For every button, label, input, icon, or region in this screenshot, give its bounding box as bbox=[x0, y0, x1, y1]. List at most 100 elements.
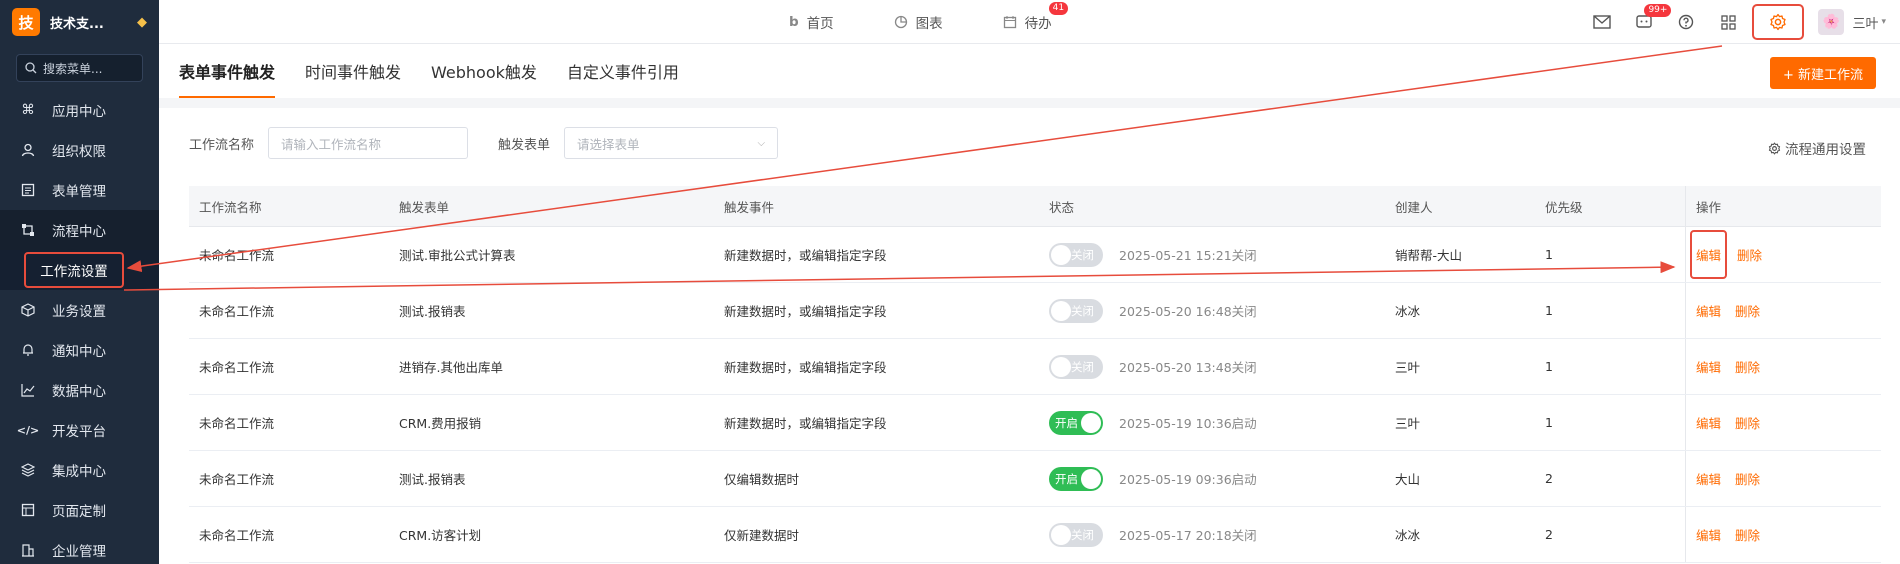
toggle-label: 关闭 bbox=[1071, 303, 1094, 318]
apps-grid-icon[interactable] bbox=[1718, 12, 1738, 32]
top-nav: b 首页 图表 待办 41 bbox=[789, 0, 1069, 44]
delete-link[interactable]: 删除 bbox=[1735, 301, 1760, 320]
nav-charts[interactable]: 图表 bbox=[894, 12, 943, 32]
toggle-knob bbox=[1051, 300, 1071, 321]
avatar[interactable]: 🌸 bbox=[1818, 9, 1845, 35]
tab-time-event[interactable]: 时间事件触发 bbox=[305, 44, 401, 98]
nav-todo[interactable]: 待办 41 bbox=[1003, 2, 1069, 32]
cell-name: 未命名工作流 bbox=[199, 304, 275, 319]
cell-priority: 1 bbox=[1545, 303, 1553, 318]
sidebar-item-page[interactable]: 页面定制 bbox=[0, 490, 159, 530]
tab-webhook[interactable]: Webhook触发 bbox=[431, 44, 537, 98]
cell-priority: 2 bbox=[1545, 471, 1553, 486]
menu-search-placeholder: 搜索菜单... bbox=[43, 61, 103, 76]
status-text: 2025-05-17 20:18关闭 bbox=[1119, 528, 1257, 543]
sidebar-item-label: 页面定制 bbox=[52, 504, 106, 520]
brand[interactable]: 技 技术支... ◆ bbox=[0, 0, 159, 44]
cell-form: 测试.审批公式计算表 bbox=[399, 248, 516, 263]
sidebar-item-forms[interactable]: 表单管理 bbox=[0, 170, 159, 210]
status-toggle[interactable]: 关闭 bbox=[1049, 522, 1103, 547]
nav-charts-label: 图表 bbox=[915, 16, 943, 32]
cell-status: 关闭 2025-05-17 20:18关闭 bbox=[1039, 522, 1385, 547]
code-icon: </> bbox=[16, 423, 40, 437]
toggle-knob bbox=[1051, 244, 1071, 265]
sidebar-item-notify[interactable]: 通知中心 bbox=[0, 330, 159, 370]
help-icon[interactable] bbox=[1676, 12, 1696, 32]
cell-creator: 大山 bbox=[1395, 472, 1421, 487]
edit-link[interactable]: 编辑 bbox=[1696, 413, 1721, 432]
status-text: 2025-05-19 09:36启动 bbox=[1119, 472, 1257, 487]
status-toggle[interactable]: 开启 bbox=[1049, 466, 1103, 491]
status-toggle[interactable]: 关闭 bbox=[1049, 298, 1103, 323]
tab-form-event[interactable]: 表单事件触发 bbox=[179, 44, 276, 98]
nav-todo-label: 待办 bbox=[1024, 16, 1052, 32]
sidebar-item-label: 组织权限 bbox=[52, 144, 106, 160]
workflow-table: 工作流名称 触发表单 触发事件 状态 创建人 优先级 操作 未命名工作流 测试.… bbox=[189, 185, 1881, 563]
sidebar-subitem-workflow-settings[interactable]: 工作流设置 bbox=[0, 250, 159, 290]
sidebar-item-app-center[interactable]: ⌘ 应用中心 bbox=[0, 90, 159, 130]
trigger-form-select[interactable]: 请选择表单 ⌵ bbox=[564, 127, 779, 159]
col-status: 状态 bbox=[1049, 199, 1075, 215]
toggle-knob bbox=[1051, 356, 1071, 377]
status-toggle[interactable]: 关闭 bbox=[1049, 242, 1103, 267]
delete-link[interactable]: 删除 bbox=[1735, 469, 1760, 488]
gear-icon[interactable] bbox=[1768, 12, 1788, 32]
edit-link[interactable]: 编辑 bbox=[1696, 357, 1721, 376]
edit-link[interactable]: 编辑 bbox=[1696, 469, 1721, 488]
cell-name: 未命名工作流 bbox=[199, 416, 275, 431]
cell-priority: 2 bbox=[1545, 527, 1553, 542]
general-settings-link[interactable]: 流程通用设置 bbox=[1768, 138, 1866, 158]
menu-search-input[interactable]: 搜索菜单... bbox=[16, 54, 143, 82]
top-right-toolbar: 99+ 🌸 三叶 ▾ bbox=[1592, 0, 1886, 44]
cell-event: 新建数据时，或编辑指定字段 bbox=[724, 416, 887, 431]
general-settings-label: 流程通用设置 bbox=[1785, 142, 1866, 158]
new-workflow-button[interactable]: + 新建工作流 bbox=[1769, 57, 1876, 89]
delete-link[interactable]: 删除 bbox=[1735, 413, 1760, 432]
edit-link[interactable]: 编辑 bbox=[1696, 301, 1721, 320]
col-event: 触发事件 bbox=[724, 199, 775, 215]
brand-logo: 技 bbox=[12, 8, 40, 36]
delete-link[interactable]: 删除 bbox=[1735, 357, 1760, 376]
message-icon[interactable]: 99+ bbox=[1634, 4, 1672, 32]
nav-home[interactable]: b 首页 bbox=[789, 12, 834, 32]
mail-icon[interactable] bbox=[1592, 12, 1612, 32]
sidebar-item-label: 企业管理 bbox=[52, 544, 106, 560]
user-menu[interactable]: 三叶 ▾ bbox=[1852, 13, 1886, 32]
sidebar-item-dev[interactable]: </> 开发平台 bbox=[0, 410, 159, 450]
edit-link[interactable]: 编辑 bbox=[1696, 525, 1721, 544]
sidebar-item-label: 应用中心 bbox=[52, 104, 106, 120]
filter-bar: 工作流名称 请输入工作流名称 触发表单 请选择表单 ⌵ bbox=[189, 127, 779, 159]
status-toggle[interactable]: 关闭 bbox=[1049, 354, 1103, 379]
user-icon bbox=[20, 142, 36, 158]
cell-status: 开启 2025-05-19 10:36启动 bbox=[1039, 410, 1385, 435]
nav-home-label: 首页 bbox=[806, 16, 834, 32]
sidebar-item-integration[interactable]: 集成中心 bbox=[0, 450, 159, 490]
toggle-knob bbox=[1081, 412, 1101, 433]
status-toggle[interactable]: 开启 bbox=[1049, 410, 1103, 435]
command-icon: ⌘ bbox=[21, 102, 35, 118]
status-text: 2025-05-21 15:21关闭 bbox=[1119, 248, 1257, 263]
cell-actions: 编辑 删除 bbox=[1685, 283, 1881, 338]
edit-link[interactable]: 编辑 bbox=[1696, 248, 1721, 263]
todo-badge: 41 bbox=[1048, 2, 1069, 15]
tabs-bar: 表单事件触发 时间事件触发 Webhook触发 自定义事件引用 + 新建工作流 bbox=[159, 44, 1900, 98]
sidebar-item-org[interactable]: 组织权限 bbox=[0, 130, 159, 170]
sidebar-item-label: 业务设置 bbox=[52, 304, 106, 320]
sidebar-item-enterprise[interactable]: 企业管理 bbox=[0, 530, 159, 564]
sidebar-item-data[interactable]: 数据中心 bbox=[0, 370, 159, 410]
highlight-box: 工作流设置 bbox=[24, 252, 124, 288]
toggle-label: 开启 bbox=[1055, 415, 1078, 430]
cell-event: 仅编辑数据时 bbox=[724, 472, 800, 487]
sidebar-item-business[interactable]: 业务设置 bbox=[0, 290, 159, 330]
delete-link[interactable]: 删除 bbox=[1735, 525, 1760, 544]
table-row: 未命名工作流 CRM.费用报销 新建数据时，或编辑指定字段 开启 2025-05… bbox=[189, 395, 1881, 451]
tab-custom-event[interactable]: 自定义事件引用 bbox=[567, 44, 679, 98]
sidebar-item-flow-center[interactable]: 流程中心 bbox=[0, 210, 159, 250]
cell-name: 未命名工作流 bbox=[199, 248, 275, 263]
delete-link[interactable]: 删除 bbox=[1737, 245, 1762, 264]
cell-creator: 冰冰 bbox=[1395, 304, 1421, 319]
bell-icon bbox=[20, 342, 36, 358]
cell-creator: 冰冰 bbox=[1395, 528, 1421, 543]
workflow-name-input[interactable]: 请输入工作流名称 bbox=[268, 127, 469, 159]
cell-form: CRM.访客计划 bbox=[399, 528, 482, 543]
